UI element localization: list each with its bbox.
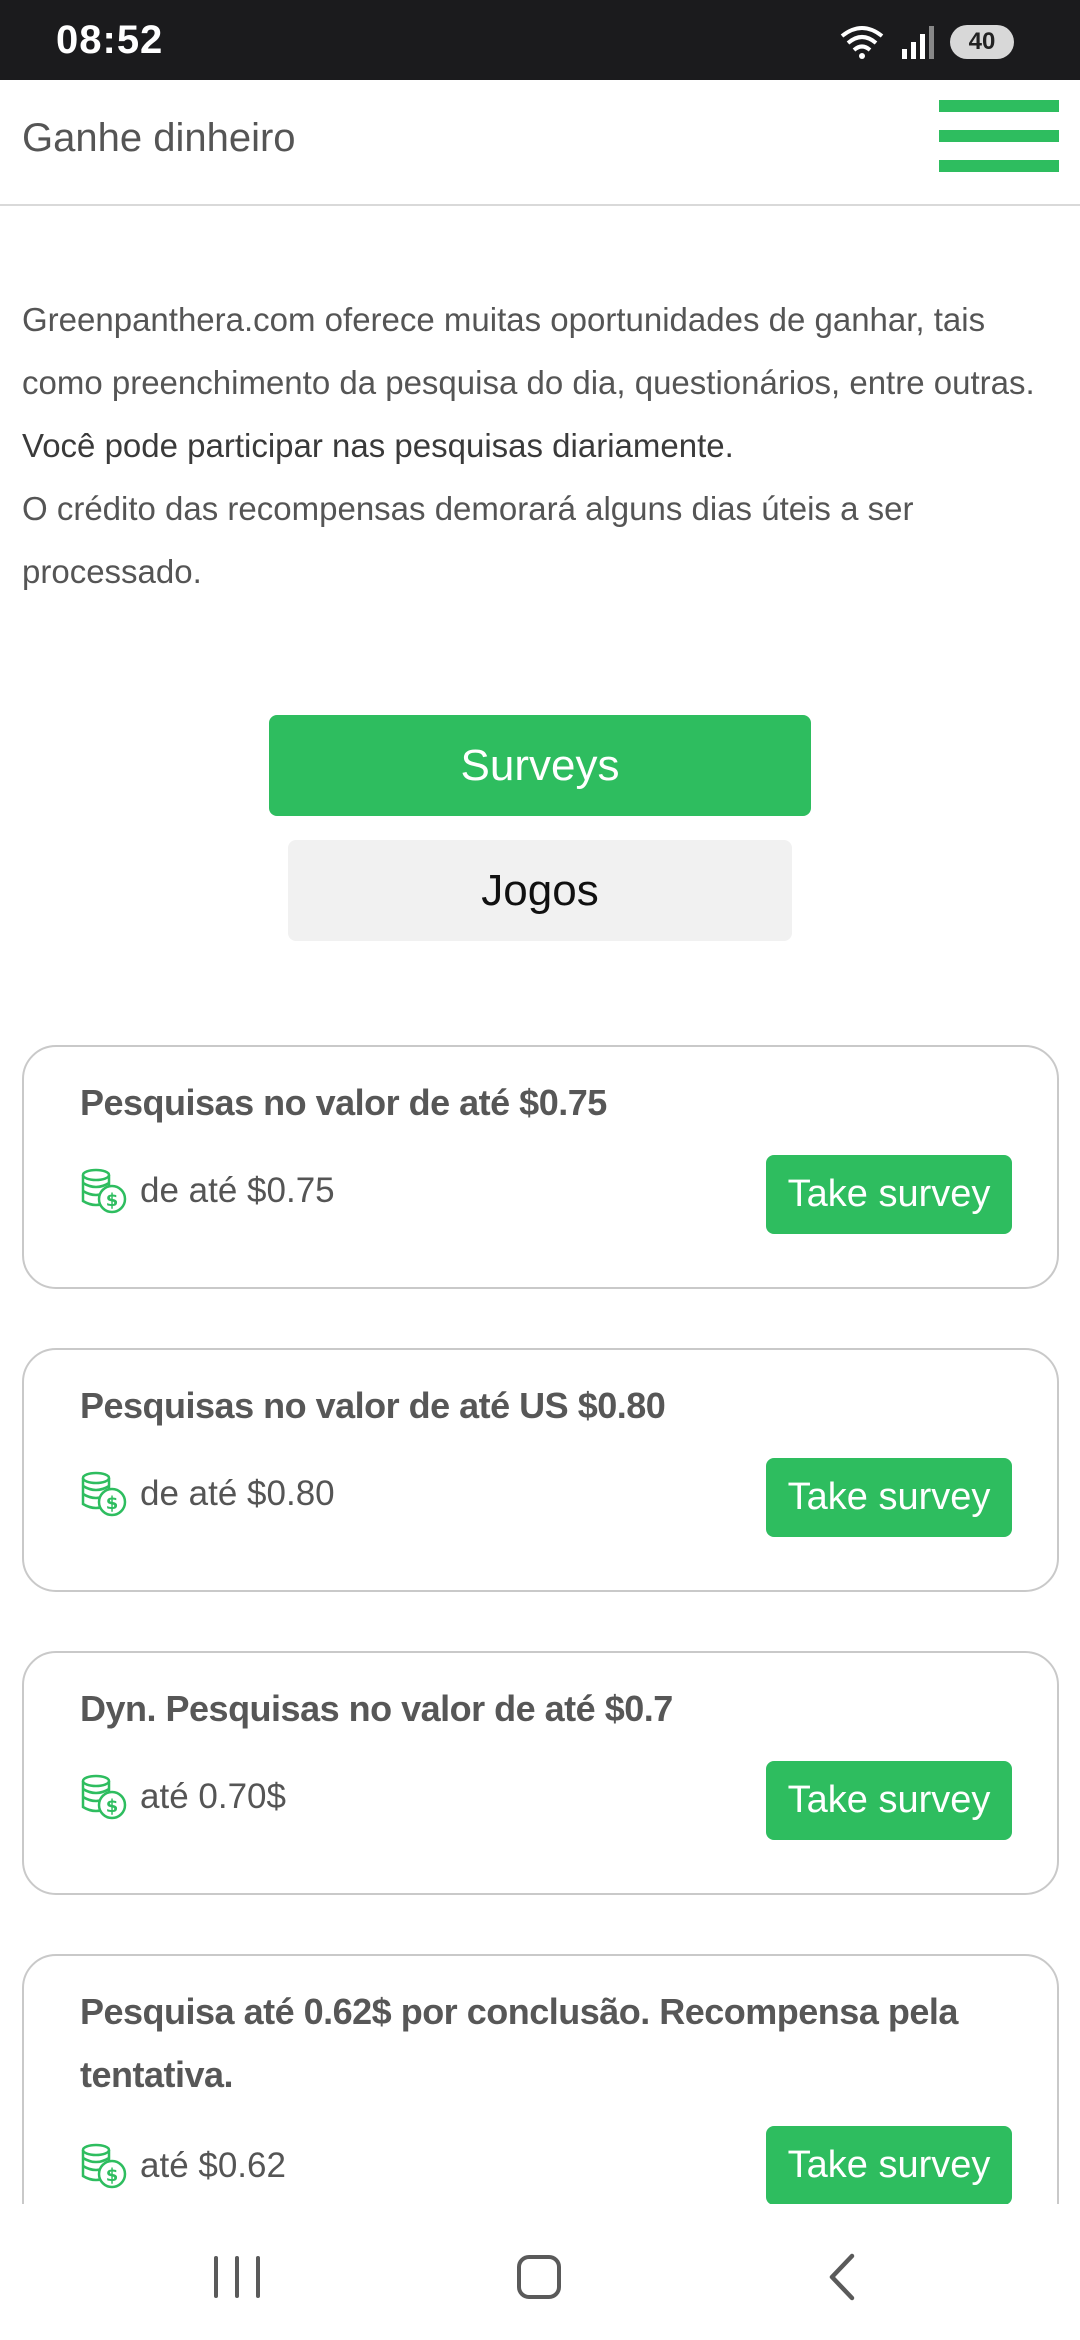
reward-text: até $0.62 (140, 2146, 286, 2185)
survey-card: Pesquisas no valor de até US $0.80 $ de … (22, 1348, 1059, 1592)
recents-line (214, 2256, 218, 2298)
recents-line (235, 2256, 239, 2298)
wifi-icon (840, 26, 884, 59)
menu-icon[interactable] (939, 100, 1059, 172)
intro-paragraph: O crédito das recompensas demorará algun… (22, 490, 914, 590)
coins-icon: $ (81, 1774, 127, 1820)
tab-surveys[interactable]: Surveys (269, 715, 811, 816)
take-survey-button[interactable]: Take survey (766, 1458, 1012, 1537)
status-icons: 40 (838, 22, 1014, 62)
coins-icon: $ (81, 1168, 127, 1214)
survey-card: Dyn. Pesquisas no valor de até $0.7 $ at… (22, 1651, 1059, 1895)
svg-text:$: $ (106, 1493, 119, 1514)
survey-reward: $ de até $0.75 (80, 1167, 335, 1215)
status-time: 08:52 (56, 18, 164, 62)
survey-title: Dyn. Pesquisas no valor de até $0.7 (80, 1688, 673, 1729)
survey-title: Pesquisas no valor de até US $0.80 (80, 1385, 666, 1426)
svg-text:$: $ (106, 1796, 119, 1817)
intro-text: Greenpanthera.com oferece muitas oportun… (22, 288, 1062, 603)
signal-icon (902, 26, 934, 59)
battery-icon: 40 (950, 25, 1014, 59)
menu-line (939, 130, 1059, 142)
survey-reward: $ até 0.70$ (80, 1773, 286, 1821)
intro-paragraph: Greenpanthera.com oferece muitas oportun… (22, 301, 1035, 401)
menu-line (939, 100, 1059, 112)
reward-text: de até $0.80 (140, 1474, 335, 1513)
app-header: Ganhe dinheiro (0, 80, 1080, 206)
reward-text: até 0.70$ (140, 1777, 286, 1816)
survey-title: Pesquisas no valor de até $0.75 (80, 1082, 607, 1123)
system-nav-bar (0, 2204, 1080, 2340)
reward-text: de até $0.75 (140, 1171, 335, 1210)
take-survey-button[interactable]: Take survey (766, 2126, 1012, 2205)
status-bar: 08:52 40 (0, 0, 1080, 80)
tab-jogos[interactable]: Jogos (288, 840, 792, 941)
survey-reward: $ até $0.62 (80, 2142, 286, 2190)
survey-reward: $ de até $0.80 (80, 1470, 335, 1518)
menu-line (939, 160, 1059, 172)
back-icon[interactable] (826, 2252, 856, 2302)
svg-text:$: $ (106, 2165, 119, 2186)
take-survey-button[interactable]: Take survey (766, 1761, 1012, 1840)
home-icon[interactable] (517, 2255, 561, 2299)
recents-icon[interactable] (214, 2256, 260, 2298)
survey-title: Pesquisa até 0.62$ por conclusão. Recomp… (80, 1991, 958, 2095)
coins-icon: $ (81, 2143, 127, 2189)
recents-line (256, 2256, 260, 2298)
survey-card: Pesquisas no valor de até $0.75 $ de até… (22, 1045, 1059, 1289)
take-survey-button[interactable]: Take survey (766, 1155, 1012, 1234)
coins-icon: $ (81, 1471, 127, 1517)
page-title: Ganhe dinheiro (22, 116, 296, 160)
svg-text:$: $ (106, 1190, 119, 1211)
intro-paragraph: Você pode participar nas pesquisas diari… (22, 427, 734, 464)
